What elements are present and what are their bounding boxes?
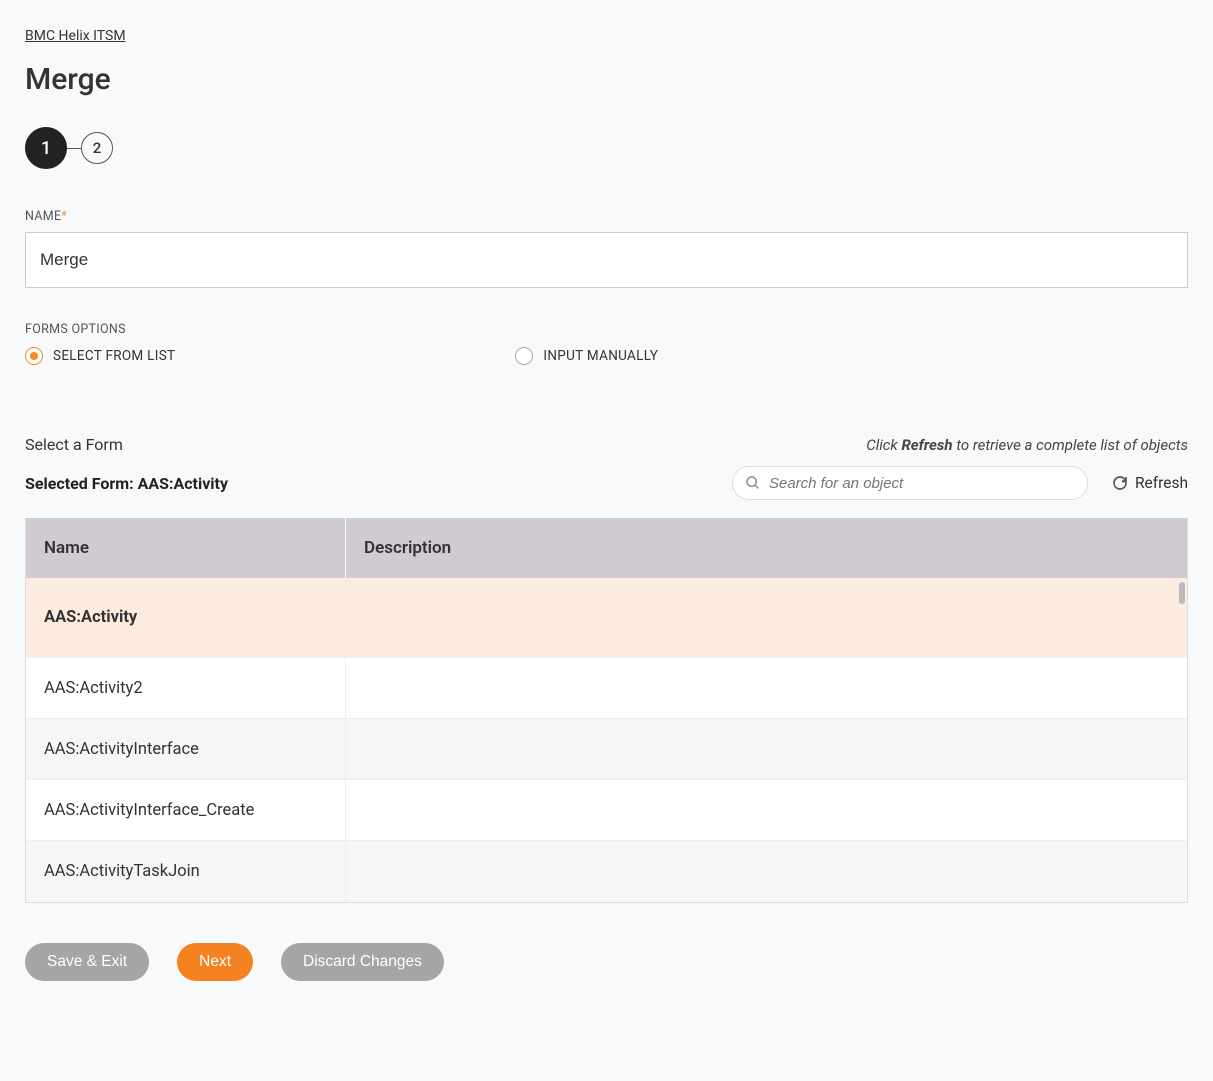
select-form-title: Select a Form bbox=[25, 435, 123, 454]
search-input-container[interactable] bbox=[732, 466, 1088, 500]
required-star-icon: * bbox=[61, 209, 67, 224]
table-row[interactable]: AAS:ActivityTaskJoin bbox=[26, 841, 1187, 902]
table-row[interactable]: AAS:ActivityInterface bbox=[26, 719, 1187, 780]
cell-name: AAS:ActivityInterface bbox=[26, 719, 346, 779]
cell-name: AAS:Activity bbox=[26, 578, 346, 657]
table-header: Name Description bbox=[26, 518, 1187, 578]
table-row[interactable]: AAS:Activity2 bbox=[26, 658, 1187, 719]
refresh-button[interactable]: Refresh bbox=[1112, 474, 1188, 492]
page-title: Merge bbox=[25, 62, 1188, 97]
next-button[interactable]: Next bbox=[177, 943, 253, 981]
stepper: 1 2 bbox=[25, 127, 1188, 169]
name-input[interactable] bbox=[25, 232, 1188, 288]
refresh-icon bbox=[1112, 475, 1128, 491]
breadcrumb[interactable]: BMC Helix ITSM bbox=[25, 28, 126, 44]
table-row[interactable]: AAS:Activity bbox=[26, 578, 1187, 658]
radio-icon bbox=[25, 347, 43, 365]
forms-options-label: FORMS OPTIONS bbox=[25, 322, 1188, 337]
selected-form-label: Selected Form: AAS:Activity bbox=[25, 474, 228, 493]
search-input[interactable] bbox=[769, 475, 1075, 492]
search-icon bbox=[745, 475, 761, 491]
radio-icon bbox=[515, 347, 533, 365]
col-header-name[interactable]: Name bbox=[26, 518, 346, 578]
cell-name: AAS:Activity2 bbox=[26, 658, 346, 718]
cell-name: AAS:ActivityInterface_Create bbox=[26, 780, 346, 840]
forms-table: Name Description AAS:Activity AAS:Activi… bbox=[25, 518, 1188, 903]
save-exit-button[interactable]: Save & Exit bbox=[25, 943, 149, 981]
refresh-hint: Click Refresh to retrieve a complete lis… bbox=[866, 436, 1188, 454]
step-connector bbox=[67, 148, 81, 149]
discard-changes-button[interactable]: Discard Changes bbox=[281, 943, 444, 981]
scrollbar-thumb[interactable] bbox=[1179, 582, 1185, 604]
table-row[interactable]: AAS:ActivityInterface_Create bbox=[26, 780, 1187, 841]
radio-select-from-list[interactable]: SELECT FROM LIST bbox=[25, 347, 175, 365]
refresh-label: Refresh bbox=[1135, 474, 1188, 492]
step-2[interactable]: 2 bbox=[81, 132, 113, 164]
radio-label: INPUT MANUALLY bbox=[543, 348, 658, 364]
col-header-description[interactable]: Description bbox=[346, 538, 1187, 558]
step-1[interactable]: 1 bbox=[25, 127, 67, 169]
name-label: NAME* bbox=[25, 209, 1188, 224]
radio-label: SELECT FROM LIST bbox=[53, 348, 175, 364]
radio-input-manually[interactable]: INPUT MANUALLY bbox=[515, 347, 658, 365]
cell-name: AAS:ActivityTaskJoin bbox=[26, 841, 346, 902]
